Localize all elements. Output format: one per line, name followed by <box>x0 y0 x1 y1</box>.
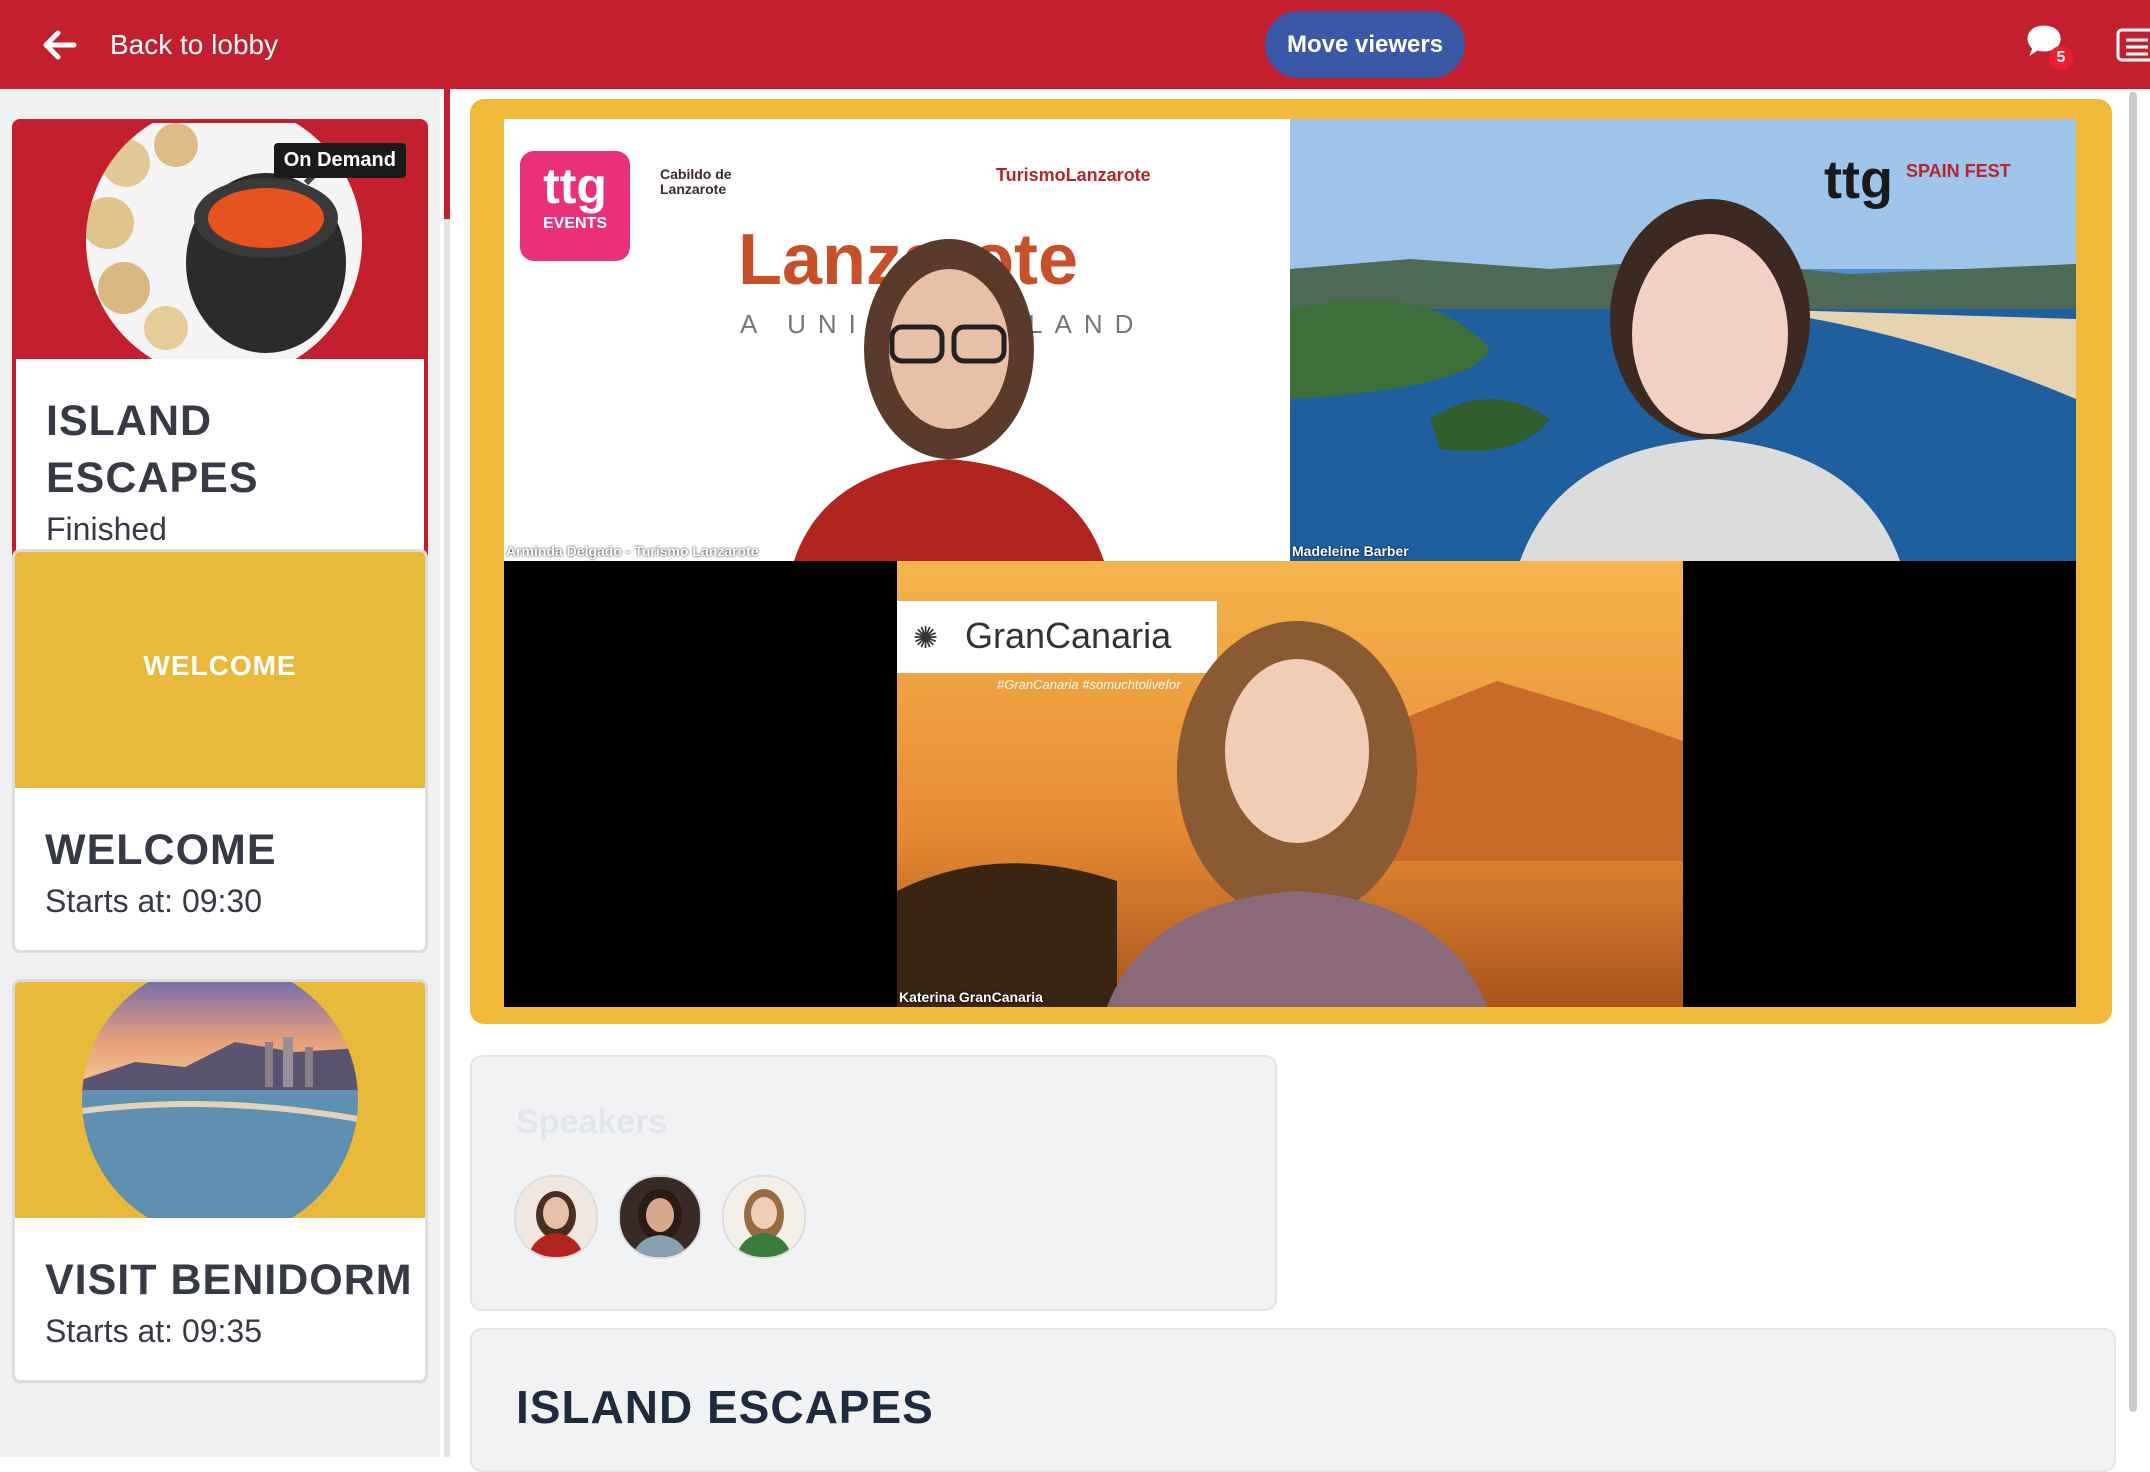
speaker-avatar[interactable] <box>618 1175 702 1259</box>
ttg-events-logo: ttg EVENTS <box>520 151 630 261</box>
agenda-button[interactable] <box>2116 28 2150 62</box>
spiral-icon: ✺ <box>913 622 939 655</box>
back-to-lobby-label: Back to lobby <box>110 29 279 60</box>
top-bar: Back to lobby Move viewers 5 <box>0 0 2150 89</box>
cabildo-label: Cabildo de Lanzarote <box>660 166 732 197</box>
session-sidebar: On Demand ISLAND ESCAPES Finished WELCOM… <box>0 89 440 1457</box>
speaker-avatar[interactable] <box>514 1175 598 1259</box>
speaker-avatar[interactable] <box>722 1175 806 1259</box>
session-title: WELCOME <box>45 826 277 874</box>
chat-count-badge: 5 <box>2049 46 2073 70</box>
participant-tile: GranCanaria ✺ #GranCanaria #somuchtolive… <box>897 561 1683 1007</box>
welcome-banner-text: WELCOME <box>143 650 297 681</box>
session-thumbnail: WELCOME <box>15 552 425 788</box>
turismo-brand: TurismoLanzarote <box>996 165 1151 185</box>
speakers-panel: Speakers <box>470 1055 1277 1311</box>
main-scrollbar[interactable] <box>2129 92 2137 1412</box>
benidorm-image <box>82 982 358 1220</box>
participant-tile: ttg SPAIN FEST Madeleine Barber <box>1290 119 2076 561</box>
session-status: Finished <box>46 511 167 547</box>
session-status: Starts at: 09:35 <box>45 1313 263 1349</box>
session-card-visit-benidorm[interactable]: VISIT BENIDORM Starts at: 09:35 <box>12 979 428 1383</box>
participant-name: Madeleine Barber <box>1292 543 1409 559</box>
chat-button[interactable]: 5 <box>2022 22 2073 72</box>
speaker-figure <box>794 239 1104 561</box>
sidebar-divider <box>444 89 450 1457</box>
back-to-lobby-button[interactable]: Back to lobby <box>40 20 278 70</box>
session-heading: ISLAND ESCAPES <box>516 1381 934 1433</box>
video-stream: ttg EVENTS Cabildo de Lanzarote TurismoL… <box>504 119 2076 1007</box>
participant-tile: ttg EVENTS Cabildo de Lanzarote TurismoL… <box>504 119 1290 561</box>
participant-name: Arminda Delgado - Turismo Lanzarote <box>506 543 759 559</box>
move-viewers-button[interactable]: Move viewers <box>1265 11 1465 78</box>
session-thumbnail: On Demand <box>16 123 424 359</box>
session-card-welcome[interactable]: WELCOME WELCOME Starts at: 09:30 <box>12 549 428 953</box>
speaker-figure <box>1520 199 1900 561</box>
video-player[interactable]: ttg EVENTS Cabildo de Lanzarote TurismoL… <box>470 99 2112 1024</box>
session-info-panel: ISLAND ESCAPES <box>470 1328 2116 1472</box>
arrow-left-icon <box>43 30 77 60</box>
session-status: Starts at: 09:30 <box>45 883 263 919</box>
session-title: ISLAND ESCAPES <box>46 397 259 502</box>
speaker-figure <box>1107 621 1487 1007</box>
agenda-icon <box>2116 28 2150 62</box>
participant-name: Katerina GranCanaria <box>899 989 1043 1005</box>
session-title: VISIT BENIDORM <box>45 1256 413 1304</box>
session-thumbnail <box>15 982 425 1220</box>
session-card-island-escapes[interactable]: On Demand ISLAND ESCAPES Finished <box>12 119 428 582</box>
speakers-title: Speakers <box>516 1103 668 1141</box>
sidebar-scroll-indicator <box>444 89 450 219</box>
on-demand-badge: On Demand <box>273 143 406 178</box>
